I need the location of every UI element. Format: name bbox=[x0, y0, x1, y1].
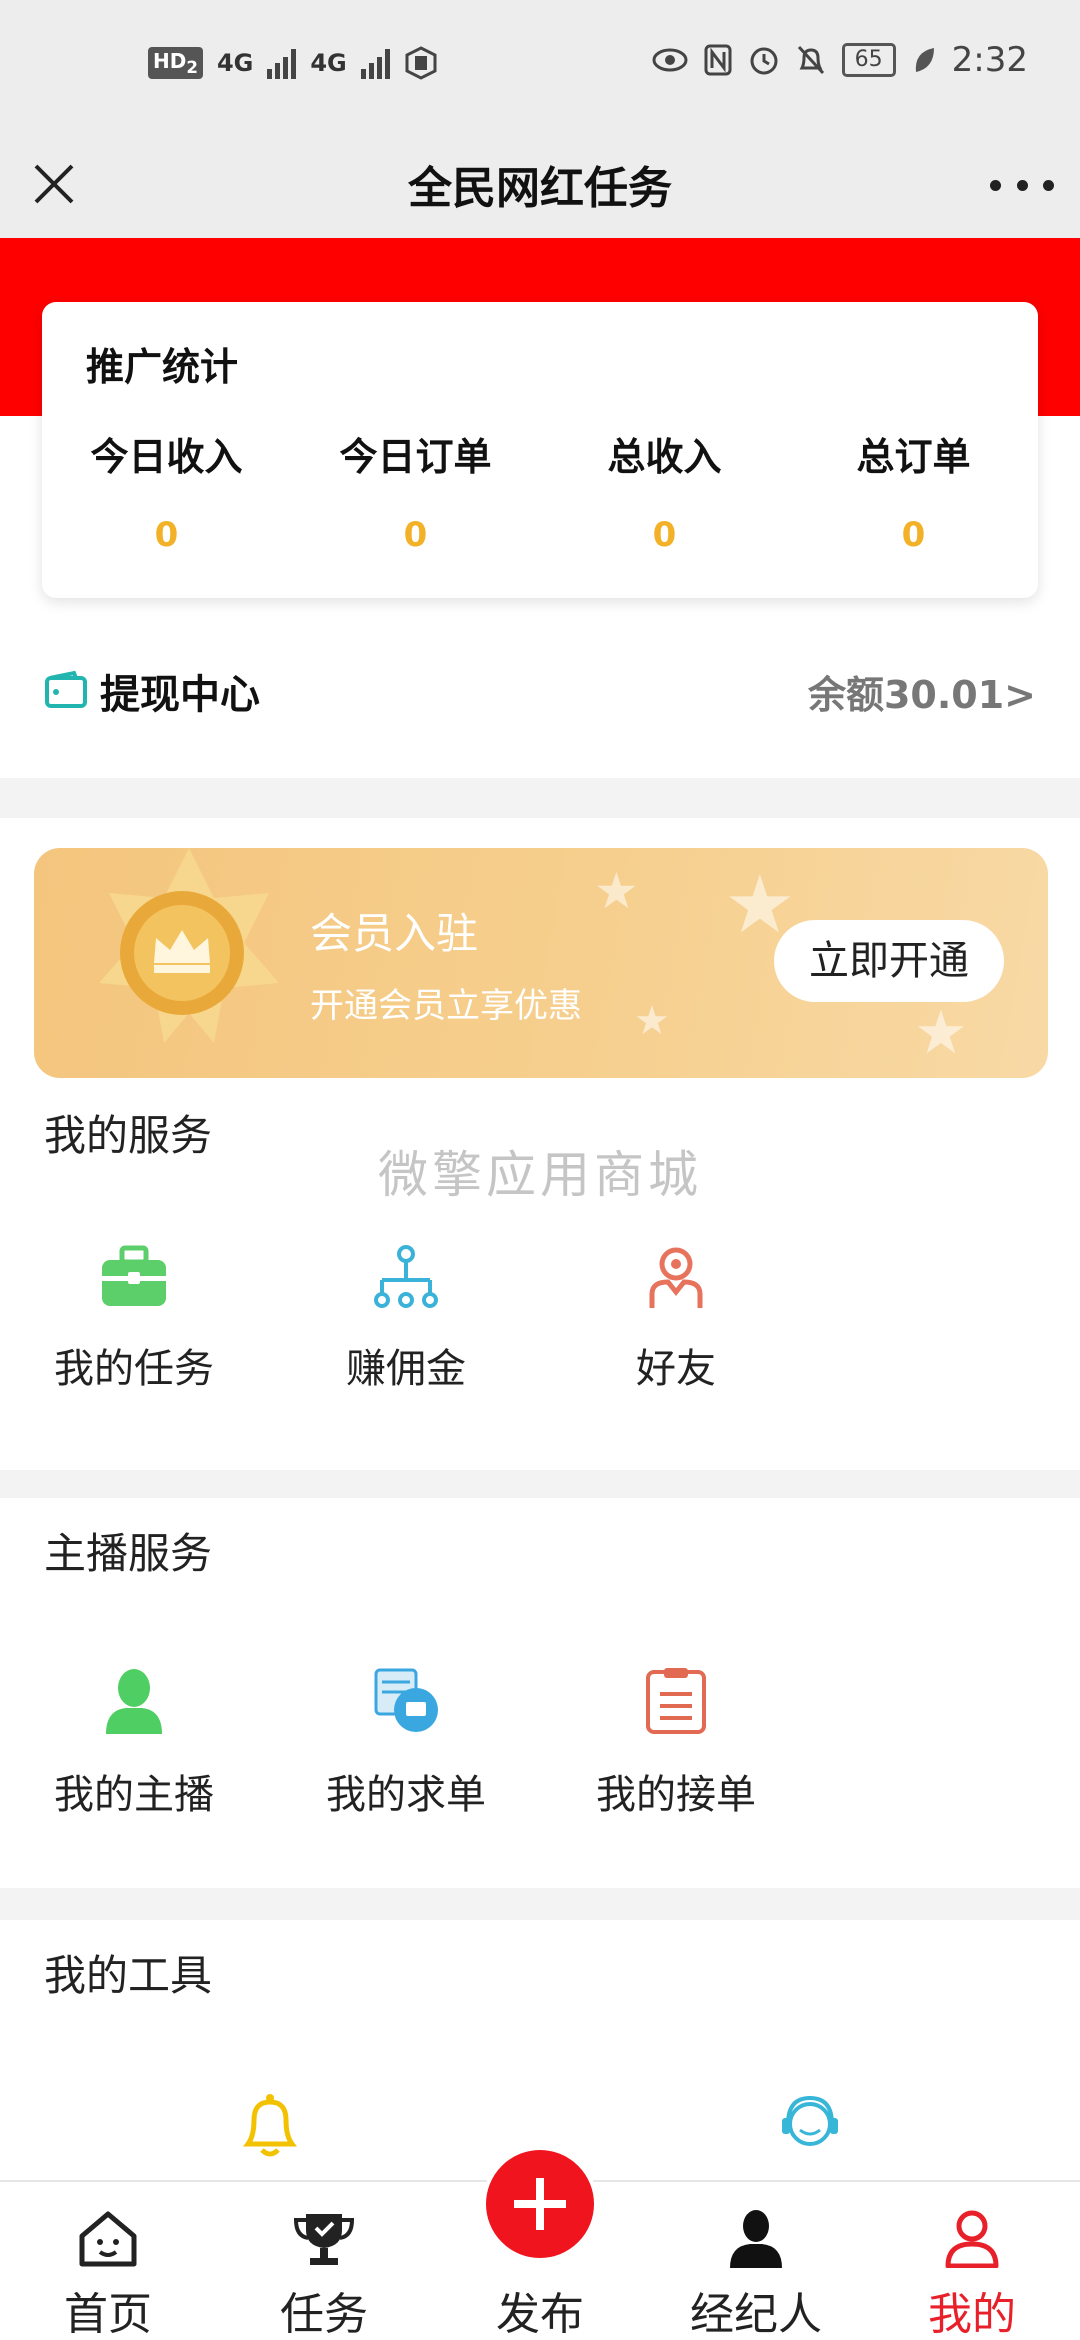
status-bar: HD2 4G 4G 65 2:32 bbox=[0, 0, 1080, 130]
service-label: 我的求单 bbox=[326, 1772, 486, 1818]
section-title-anchor-services: 主播服务 bbox=[44, 1529, 213, 1578]
nav-tasks[interactable]: 任务 bbox=[216, 2182, 432, 2340]
stat-value: 0 bbox=[901, 515, 926, 555]
service-label: 赚佣金 bbox=[346, 1346, 466, 1392]
service-my-tasks[interactable]: 我的任务 bbox=[24, 1244, 244, 1394]
tools-section: 我的工具 bbox=[0, 1920, 1080, 2180]
plus-icon bbox=[514, 2178, 566, 2230]
signal-icon bbox=[267, 47, 297, 79]
stat-total-orders[interactable]: 总订单 0 bbox=[789, 426, 1038, 555]
service-my-anchors[interactable]: 我的主播 bbox=[24, 1666, 244, 1820]
more-dot bbox=[1016, 179, 1028, 191]
tool-customer-service[interactable] bbox=[700, 2090, 920, 2160]
page-title: 全民网红任务 bbox=[408, 163, 672, 214]
network-icon bbox=[374, 1245, 438, 1308]
nav-home[interactable]: 首页 bbox=[0, 2182, 216, 2340]
clock: 2:32 bbox=[951, 40, 1028, 80]
person-icon bbox=[106, 1669, 162, 1734]
service-earn-commission[interactable]: 赚佣金 bbox=[296, 1244, 516, 1394]
stat-label: 总订单 bbox=[856, 435, 971, 479]
stat-today-income[interactable]: 今日收入 0 bbox=[42, 426, 291, 555]
status-left: HD2 4G 4G bbox=[148, 46, 438, 80]
withdraw-title: 提现中心 bbox=[100, 672, 260, 718]
nav-label: 经纪人 bbox=[690, 2289, 822, 2340]
alarm-icon bbox=[750, 47, 778, 75]
hd-badge: HD2 bbox=[148, 47, 203, 79]
service-my-requests[interactable]: 我的求单 bbox=[296, 1666, 516, 1820]
trophy-icon bbox=[293, 2214, 355, 2265]
service-label: 我的主播 bbox=[54, 1772, 214, 1818]
title-bar: 全民网红任务 bbox=[0, 130, 1080, 238]
stat-label: 总收入 bbox=[607, 435, 722, 479]
nav-label-active: 我的 bbox=[928, 2289, 1016, 2340]
member-banner[interactable]: ★ ★ ★ ★ 会员入驻 开通会员立享优惠 立即开通 bbox=[34, 848, 1048, 1078]
watermark: 微擎应用商城 bbox=[378, 1146, 702, 1204]
clipboard-icon bbox=[646, 1668, 706, 1734]
service-friends[interactable]: 好友 bbox=[566, 1244, 786, 1394]
crown-medal-icon bbox=[99, 848, 279, 1043]
section-title-my-tools: 我的工具 bbox=[44, 1951, 213, 2000]
member-subtitle: 开通会员立享优惠 bbox=[310, 986, 582, 1026]
request-icon bbox=[374, 1668, 438, 1732]
nav-label: 首页 bbox=[64, 2289, 152, 2340]
bell-icon bbox=[243, 2094, 297, 2157]
briefcase-icon bbox=[102, 1245, 166, 1306]
stat-value: 0 bbox=[652, 515, 677, 555]
nav-agent[interactable]: 经纪人 bbox=[648, 2182, 864, 2340]
withdraw-center-row[interactable]: 提现中心 余额30.01> bbox=[0, 618, 1080, 778]
network-label-2: 4G bbox=[310, 49, 347, 77]
stats-grid: 今日收入 0 今日订单 0 总收入 0 总订单 0 bbox=[42, 426, 1038, 555]
stat-value: 0 bbox=[403, 515, 428, 555]
network-label-1: 4G bbox=[216, 49, 254, 77]
profile-icon bbox=[945, 2210, 999, 2268]
leaf-icon bbox=[915, 48, 934, 72]
service-my-orders-taken[interactable]: 我的接单 bbox=[566, 1666, 786, 1820]
wallet-icon bbox=[45, 670, 87, 708]
nav-profile[interactable]: 我的 bbox=[864, 2182, 1080, 2340]
more-dot bbox=[1043, 179, 1054, 191]
balance-link[interactable]: 余额30.01> bbox=[808, 664, 1036, 719]
section-divider bbox=[0, 1470, 1080, 1498]
stat-label: 今日收入 bbox=[90, 435, 243, 479]
publish-button[interactable] bbox=[482, 2146, 598, 2262]
stat-today-orders[interactable]: 今日订单 0 bbox=[291, 426, 540, 555]
decorative-star: ★ bbox=[594, 862, 639, 920]
agent-icon bbox=[730, 2210, 782, 2268]
decorative-star: ★ bbox=[914, 998, 968, 1068]
activate-membership-button[interactable]: 立即开通 bbox=[774, 920, 1004, 1002]
battery-indicator: 65 bbox=[841, 43, 896, 77]
nav-label: 任务 bbox=[280, 2289, 368, 2340]
signal-icon bbox=[360, 47, 390, 79]
status-right: 65 2:32 bbox=[652, 40, 1028, 80]
service-label: 我的任务 bbox=[54, 1346, 214, 1392]
eye-icon bbox=[652, 48, 688, 72]
customer-service-icon bbox=[782, 2095, 838, 2146]
nfc-icon bbox=[704, 44, 732, 76]
decorative-star: ★ bbox=[634, 998, 670, 1044]
stat-total-income[interactable]: 总收入 0 bbox=[540, 426, 789, 555]
section-divider bbox=[0, 1888, 1080, 1920]
section-divider bbox=[0, 778, 1080, 818]
promotion-stats-card: 推广统计 今日收入 0 今日订单 0 总收入 0 总订单 0 bbox=[42, 302, 1038, 598]
hand-shield-icon bbox=[405, 46, 437, 80]
stat-label: 今日订单 bbox=[339, 435, 492, 479]
more-dot bbox=[990, 179, 1001, 191]
more-menu-button[interactable] bbox=[990, 160, 1054, 210]
service-label: 我的接单 bbox=[596, 1772, 756, 1818]
member-title: 会员入驻 bbox=[310, 909, 479, 958]
stats-title: 推广统计 bbox=[86, 345, 239, 389]
mute-bell-icon bbox=[797, 45, 824, 75]
friend-icon bbox=[649, 1247, 703, 1308]
service-label: 好友 bbox=[636, 1346, 716, 1392]
stat-value: 0 bbox=[154, 515, 179, 555]
anchor-services-section: 主播服务 我的主播 我的求单 我的接单 bbox=[0, 1498, 1080, 1888]
tool-notifications[interactable] bbox=[160, 2090, 380, 2160]
home-icon bbox=[79, 2211, 137, 2267]
nav-label: 发布 bbox=[496, 2289, 584, 2340]
